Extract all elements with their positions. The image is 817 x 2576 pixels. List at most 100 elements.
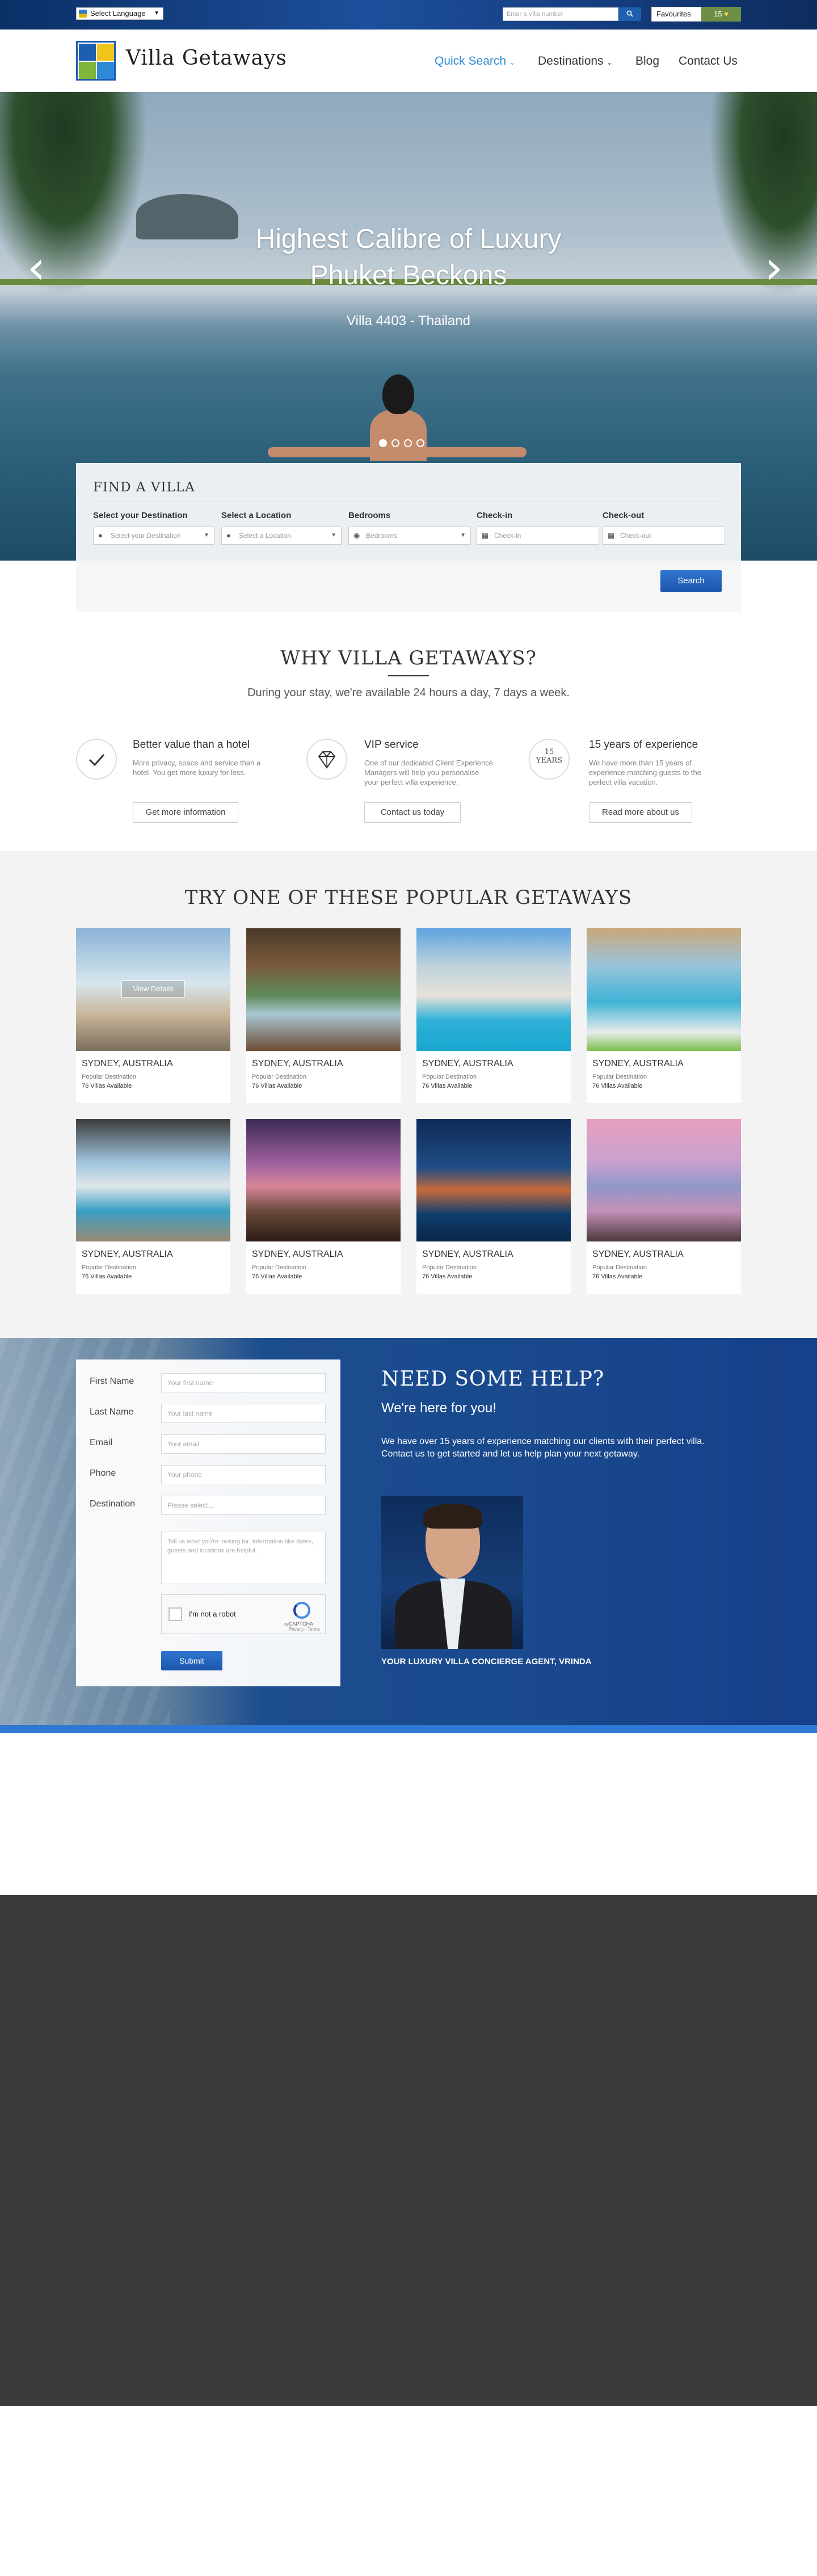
slider-dot[interactable]	[404, 439, 412, 447]
top-bar: Select Language ▼ Enter a Villa number F…	[0, 0, 817, 30]
chevron-down-icon: ▼	[331, 532, 336, 538]
check-out-label: Check-out	[603, 511, 645, 520]
contact-form: First Name Your first name Last Name You…	[76, 1359, 340, 1686]
recaptcha-checkbox[interactable]	[169, 1607, 182, 1621]
nav-contact-us[interactable]: Contact Us	[679, 54, 738, 68]
recaptcha-label: I'm not a robot	[189, 1610, 236, 1618]
google-translate-icon	[79, 10, 87, 18]
getaway-card[interactable]: SYDNEY, AUSTRALIA Popular Destination 76…	[587, 928, 741, 1103]
location-select[interactable]: ● Select a Location ▼	[221, 527, 342, 545]
destination-form-select[interactable]: Please select...	[161, 1496, 326, 1515]
getaway-card[interactable]: SYDNEY, AUSTRALIA Popular Destination 76…	[246, 1119, 401, 1294]
villa-image	[587, 1119, 741, 1241]
nav-blog[interactable]: Blog	[635, 54, 659, 68]
check-in-value: Check-in	[494, 532, 521, 540]
getaways-title: TRY ONE OF THESE POPULAR GETAWAYS	[184, 886, 633, 909]
agent-caption: YOUR LUXURY VILLA CONCIERGE AGENT, VRIND…	[381, 1657, 592, 1666]
logo-quadrant	[79, 62, 96, 79]
card-location: SYDNEY, AUSTRALIA	[252, 1059, 343, 1068]
next-slide-arrow-icon[interactable]: ›	[765, 245, 783, 291]
slider-dot[interactable]	[391, 439, 399, 447]
villa-image	[587, 928, 741, 1051]
destination-select[interactable]: ● Select your Destination ▼	[93, 527, 214, 545]
card-count: 76 Villas Available	[252, 1083, 302, 1089]
checkmark-icon	[76, 739, 117, 780]
favourites-button[interactable]: Favourites	[651, 7, 701, 22]
check-in-input[interactable]: ▦ Check-in	[477, 527, 599, 545]
badge-number: 15	[544, 748, 554, 756]
getaway-card[interactable]: SYDNEY, AUSTRALIA Popular Destination 76…	[76, 1119, 230, 1294]
find-villa-title: FIND A VILLA	[93, 480, 195, 495]
feature-text: More privacy, space and service than a h…	[133, 759, 261, 777]
hero-title: Highest Calibre of Luxury Phuket Beckons	[182, 221, 635, 294]
chevron-down-icon: ⌄	[509, 58, 515, 66]
getaway-card[interactable]: SYDNEY, AUSTRALIA Popular Destination 76…	[587, 1119, 741, 1294]
villa-search-button[interactable]	[618, 7, 641, 21]
phone-field[interactable]: Your phone	[161, 1465, 326, 1484]
brand-name[interactable]: Villa Getaways	[126, 47, 287, 70]
view-details-button[interactable]: View Details	[121, 980, 185, 997]
footer-dark	[0, 1895, 817, 2406]
destination-select-value: Select your Destination	[111, 532, 181, 540]
getaway-card[interactable]: SYDNEY, AUSTRALIA Popular Destination 76…	[416, 1119, 571, 1294]
card-location: SYDNEY, AUSTRALIA	[592, 1249, 684, 1259]
nav-quick-search[interactable]: Quick Search ⌄	[435, 54, 515, 68]
bedrooms-select[interactable]: ◉ Bedrooms ▼	[348, 527, 471, 545]
recaptcha-brand: reCAPTCHA	[284, 1621, 314, 1627]
user-icon: ◉	[353, 531, 360, 540]
get-more-information-button[interactable]: Get more information	[133, 802, 238, 823]
villa-image	[416, 1119, 571, 1241]
nav-destinations[interactable]: Destinations ⌄	[538, 54, 612, 68]
recaptcha-widget: I'm not a robot reCAPTCHA Privacy - Term…	[161, 1594, 326, 1634]
logo-quadrant	[79, 44, 96, 61]
slider-dot[interactable]	[379, 439, 387, 447]
villa-image	[246, 928, 401, 1051]
card-location: SYDNEY, AUSTRALIA	[82, 1249, 173, 1259]
villa-number-input[interactable]: Enter a Villa number	[503, 7, 618, 21]
check-out-input[interactable]: ▦ Check-out	[603, 527, 725, 545]
location-label: Select a Location	[221, 511, 292, 520]
card-count: 76 Villas Available	[592, 1273, 643, 1280]
card-tag: Popular Destination	[82, 1264, 137, 1271]
search-button[interactable]: Search	[660, 570, 722, 592]
favourites-count[interactable]: 15 ♥	[701, 7, 741, 22]
woman-figure	[370, 410, 427, 461]
first-name-label: First Name	[90, 1377, 134, 1386]
bedrooms-label: Bedrooms	[348, 511, 391, 520]
card-count: 76 Villas Available	[592, 1083, 643, 1089]
getaway-card[interactable]: SYDNEY, AUSTRALIA Popular Destination 76…	[246, 928, 401, 1103]
slider-dot[interactable]	[416, 439, 424, 447]
logo-icon[interactable]	[76, 41, 116, 81]
help-heading: NEED SOME HELP?	[381, 1367, 605, 1391]
getaway-card[interactable]: SYDNEY, AUSTRALIA Popular Destination 76…	[416, 928, 571, 1103]
last-name-field[interactable]: Your last name	[161, 1404, 326, 1423]
message-textarea[interactable]: Tell us what you're looking for. Informa…	[161, 1531, 326, 1584]
card-tag: Popular Destination	[592, 1074, 647, 1080]
prev-slide-arrow-icon[interactable]: ‹	[27, 245, 45, 291]
favourites-count-value: 15	[714, 10, 722, 18]
logo-quadrant	[97, 62, 114, 79]
contact-us-today-button[interactable]: Contact us today	[364, 802, 461, 823]
email-field[interactable]: Your email	[161, 1434, 326, 1454]
first-name-field[interactable]: Your first name	[161, 1373, 326, 1392]
feature-text: One of our dedicated Client Experience M…	[364, 759, 493, 786]
help-section-border	[0, 1725, 817, 1733]
card-count: 76 Villas Available	[82, 1273, 132, 1280]
hero-title-line1: Highest Calibre of Luxury	[255, 224, 562, 254]
phone-label: Phone	[90, 1468, 116, 1478]
palm-tree-image	[709, 92, 817, 296]
recaptcha-terms[interactable]: Privacy - Terms	[289, 1627, 320, 1632]
feature-heading: VIP service	[364, 739, 419, 751]
getaway-card[interactable]: View Details SYDNEY, AUSTRALIA Popular D…	[76, 928, 230, 1103]
read-more-about-us-button[interactable]: Read more about us	[589, 802, 692, 823]
card-tag: Popular Destination	[252, 1264, 307, 1271]
years-badge-icon: 15 YEARS	[529, 739, 570, 780]
logo-quadrant	[97, 44, 114, 61]
card-location: SYDNEY, AUSTRALIA	[422, 1249, 513, 1259]
card-count: 76 Villas Available	[82, 1083, 132, 1089]
search-icon	[626, 10, 633, 17]
chevron-down-icon: ▼	[460, 532, 466, 538]
feature-text: We have more than 15 years of experience…	[589, 759, 702, 786]
language-select[interactable]: Select Language ▼	[76, 7, 163, 20]
submit-button[interactable]: Submit	[161, 1651, 222, 1670]
